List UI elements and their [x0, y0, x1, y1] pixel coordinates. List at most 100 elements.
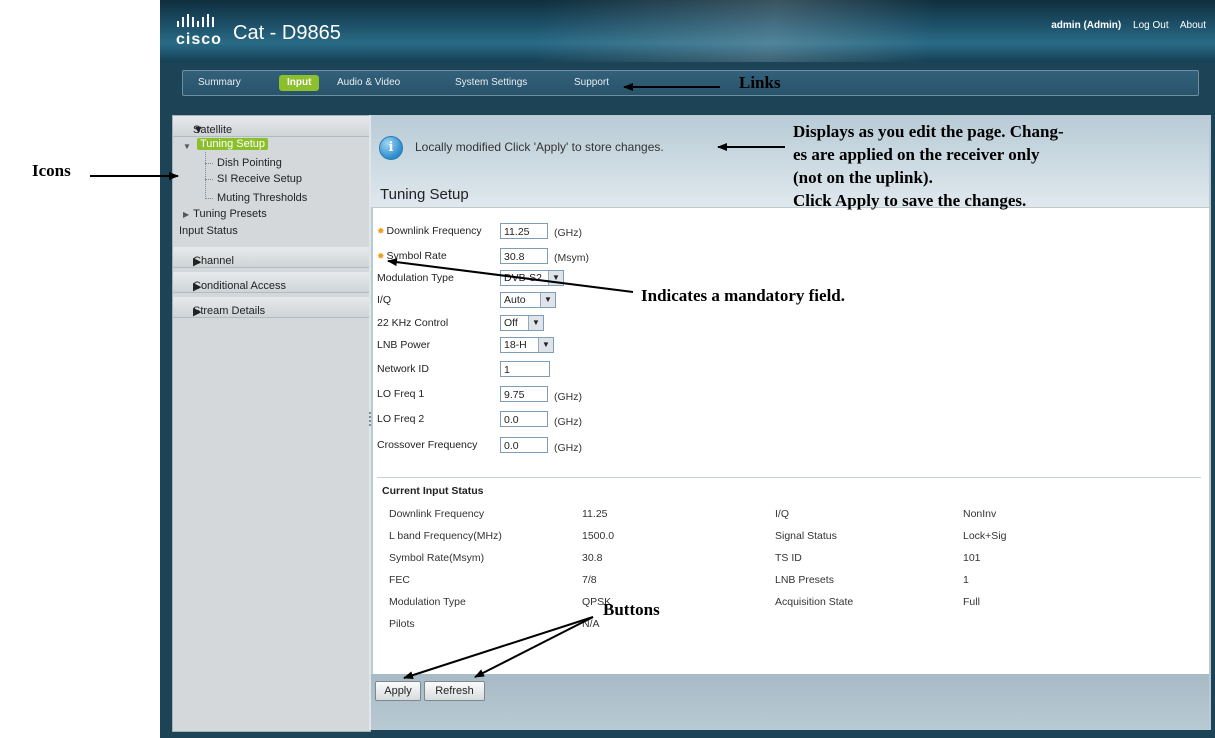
lnb-power-value: 18-H	[504, 339, 527, 351]
annotation-displays-line: Displays as you edit the page. Chang-	[793, 122, 1064, 141]
symbol-rate-input[interactable]: 30.8	[500, 248, 548, 264]
network-id-input[interactable]: 1	[500, 361, 550, 377]
status-value: 7/8	[582, 574, 597, 586]
cisco-logo-icon	[177, 14, 214, 27]
status-value: N/A	[582, 618, 600, 630]
lnb-power-label: LNB Power	[377, 339, 431, 351]
modulation-type-value: DVB-S2	[504, 272, 542, 284]
logout-link[interactable]: Log Out	[1133, 20, 1169, 31]
dropdown-arrow-icon: ▼	[528, 316, 543, 330]
sidebar: ▼ Satellite ▼ Tuning Setup Dish Pointing …	[172, 115, 371, 732]
msym-unit: (Msym)	[554, 252, 589, 264]
sidebar-item-tuning-presets[interactable]: ▶ Tuning Presets	[183, 208, 267, 220]
sidebar-item-input-status[interactable]: Input Status	[179, 225, 238, 237]
status-label: Downlink Frequency	[389, 508, 485, 520]
status-label: Symbol Rate(Msym)	[389, 552, 485, 564]
ghz-unit: (GHz)	[554, 227, 582, 239]
tab-audio-video[interactable]: Audio & Video	[337, 75, 400, 91]
modified-message: Locally modified Click 'Apply' to store …	[415, 140, 664, 154]
network-id-label: Network ID	[377, 363, 429, 375]
sidebar-item-label: Stream Details	[193, 305, 266, 317]
product-name: Cat - D9865	[233, 22, 341, 44]
refresh-button[interactable]: Refresh	[424, 681, 485, 701]
sidebar-item-stream-details[interactable]: ▶ Stream Details	[173, 297, 370, 318]
sidebar-item-satellite[interactable]: ▼ Satellite	[173, 116, 370, 137]
annotation-icons: Icons	[32, 161, 71, 180]
khz-control-label: 22 KHz Control	[377, 317, 449, 329]
form-area: ✸ Downlink Frequency 11.25 (GHz) ✸ Symbol …	[373, 207, 1210, 675]
downlink-frequency-label: ✸ Downlink Frequency	[377, 225, 482, 237]
status-label: Signal Status	[775, 530, 837, 542]
main-nav: Summary Input Audio & Video System Setti…	[182, 70, 1199, 96]
tree-connector	[205, 152, 206, 199]
khz-control-select[interactable]: Off ▼	[500, 315, 544, 331]
sidebar-item-label: Conditional Access	[193, 280, 286, 292]
collapsed-triangle-icon: ▶	[183, 210, 190, 219]
modulation-type-select[interactable]: DVB-S2 ▼	[500, 270, 564, 286]
status-label: L band Frequency(MHz)	[389, 530, 502, 542]
khz-control-value: Off	[504, 317, 518, 329]
tree-connector	[205, 198, 213, 199]
status-value: Lock+Sig	[963, 530, 1007, 542]
status-label: FEC	[389, 574, 410, 586]
annotation-displays-line: es are applied on the receiver only	[793, 145, 1040, 164]
sidebar-item-label: Tuning Presets	[193, 208, 267, 220]
about-link[interactable]: About	[1180, 20, 1206, 31]
status-value: 11.25	[582, 508, 608, 520]
tab-system-settings[interactable]: System Settings	[455, 75, 527, 91]
apply-button[interactable]: Apply	[375, 681, 421, 701]
lo-freq-1-label: LO Freq 1	[377, 388, 425, 400]
tab-input[interactable]: Input	[279, 75, 320, 91]
status-value: 101	[963, 552, 981, 564]
crossover-frequency-input[interactable]: 0.0	[500, 437, 548, 453]
crossover-frequency-label: Crossover Frequency	[377, 439, 478, 451]
status-title: Current Input Status	[382, 485, 484, 497]
ghz-unit: (GHz)	[554, 442, 582, 454]
status-label: Modulation Type	[389, 596, 466, 608]
cisco-logo-text: cisco	[176, 31, 222, 48]
dropdown-arrow-icon: ▼	[538, 338, 553, 352]
status-divider	[377, 477, 1201, 478]
page-title: Tuning Setup	[380, 186, 469, 203]
expanded-triangle-icon: ▼	[183, 142, 191, 151]
sidebar-item-tuning-setup[interactable]: Tuning Setup	[197, 138, 269, 150]
tab-support[interactable]: Support	[574, 75, 609, 91]
status-label: TS ID	[775, 552, 802, 564]
downlink-frequency-input[interactable]: 11.25	[500, 223, 548, 239]
sidebar-item-si-receive-setup[interactable]: SI Receive Setup	[217, 173, 302, 185]
status-value: 1500.0	[582, 530, 615, 542]
sidebar-item-conditional-access[interactable]: ▶ Conditional Access	[173, 272, 370, 293]
symbol-rate-label: ✸ Symbol Rate	[377, 250, 447, 262]
status-label: I/Q	[775, 508, 790, 520]
lo-freq-2-input[interactable]: 0.0	[500, 411, 548, 427]
tree-connector	[205, 163, 213, 164]
sidebar-item-dish-pointing[interactable]: Dish Pointing	[217, 157, 282, 169]
iq-select[interactable]: Auto ▼	[500, 292, 556, 308]
annotation-displays-line: (not on the uplink).	[793, 168, 933, 187]
lnb-power-select[interactable]: 18-H ▼	[500, 337, 554, 353]
top-links: admin (Admin) Log Out About	[1051, 20, 1215, 31]
status-label: Pilots	[389, 618, 415, 630]
annotation-displays: Displays as you edit the page. Chang- es…	[793, 120, 1171, 212]
tree-connector	[205, 179, 213, 180]
lo-freq-1-input[interactable]: 9.75	[500, 386, 548, 402]
tab-summary[interactable]: Summary	[198, 75, 241, 91]
iq-value: Auto	[504, 294, 526, 306]
tuning-setup-expander[interactable]: ▼	[183, 140, 195, 152]
annotation-buttons: Buttons	[603, 600, 660, 619]
header-decoration	[540, 0, 1060, 62]
annotation-displays-line: Click Apply to save the changes.	[793, 191, 1027, 210]
sidebar-item-label: Satellite	[193, 124, 233, 136]
status-value: 1	[963, 574, 969, 586]
ghz-unit: (GHz)	[554, 416, 582, 428]
required-icon: ✸	[377, 226, 385, 236]
sidebar-item-muting-thresholds[interactable]: Muting Thresholds	[217, 192, 307, 204]
required-icon: ✸	[377, 251, 385, 261]
app-window: cisco Cat - D9865 admin (Admin) Log Out …	[160, 0, 1215, 738]
sidebar-item-channel[interactable]: ▶ Channel	[173, 247, 370, 268]
annotation-mandatory: Indicates a mandatory field.	[641, 286, 845, 305]
iq-label: I/Q	[377, 294, 392, 306]
user-label: admin (Admin)	[1051, 20, 1122, 31]
sidebar-item-label: Channel	[193, 255, 234, 267]
info-icon: i	[379, 136, 403, 160]
